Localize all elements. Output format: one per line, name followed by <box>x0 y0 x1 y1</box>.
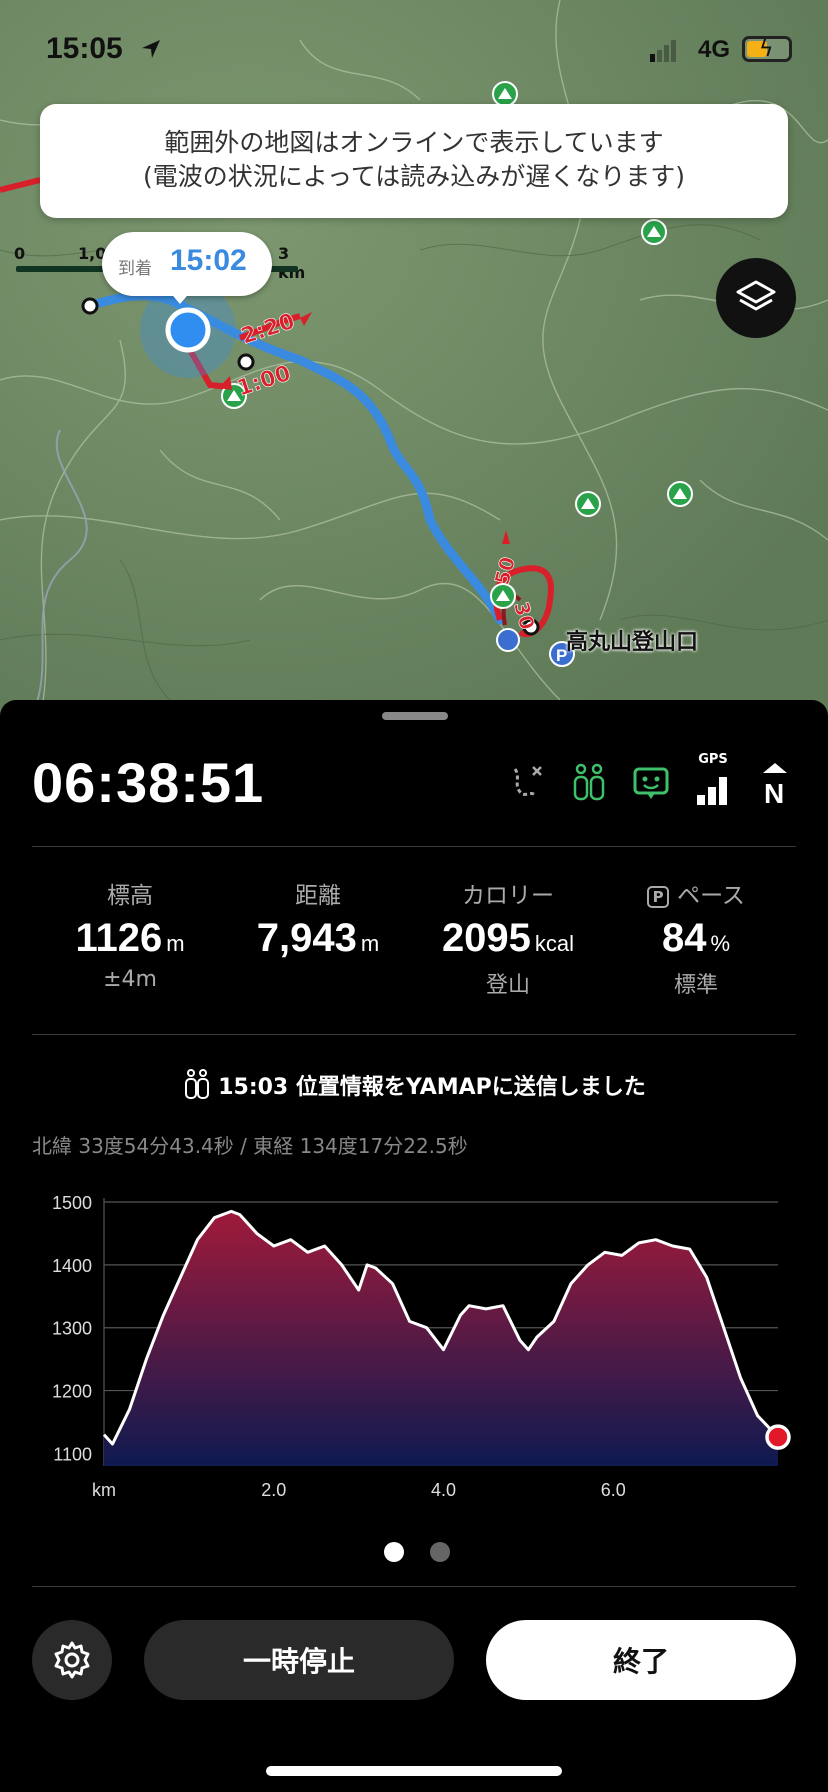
end-button[interactable]: 終了 <box>486 1620 796 1700</box>
coordinates: 北緯 33度54分43.4秒 / 東経 134度17分22.5秒 <box>32 1134 468 1158</box>
gps-label: GPS <box>698 752 728 767</box>
stat-label: 標高 <box>107 883 153 909</box>
stat-value: 7,943 m <box>256 916 380 960</box>
toilet-icon[interactable] <box>496 628 520 652</box>
stat-label: カロリー <box>462 883 554 909</box>
x-tick-label: 2.0 <box>261 1480 286 1500</box>
buddy-share-icon <box>185 1069 210 1099</box>
header-icons: GPS N <box>496 752 806 808</box>
settings-button[interactable] <box>32 1620 112 1700</box>
divider <box>32 846 796 847</box>
pace-badge-icon: P <box>647 886 670 908</box>
charging-bolt-icon: ϟ <box>759 37 774 62</box>
stat-label: 距離 <box>295 883 341 909</box>
stat-elevation: 標高 1126 m ±4m <box>30 876 230 992</box>
stat-sub: 標準 <box>673 973 718 998</box>
status-time: 15:05 <box>46 32 123 65</box>
map-view-icon[interactable] <box>620 758 682 808</box>
location-arrow-icon <box>142 40 160 58</box>
arrival-label: 到着 <box>118 259 152 279</box>
y-tick-label: 1100 <box>53 1444 92 1464</box>
trailhead-label[interactable]: 高丸山登山口 <box>566 624 698 656</box>
peak-icon[interactable] <box>575 491 601 517</box>
offline-map-toast[interactable]: 範囲外の地図はオンラインで表示しています (電波の状況によっては読み込みが遅くな… <box>40 104 788 218</box>
scale-label: 0 <box>14 244 26 263</box>
home-indicator[interactable] <box>266 1766 562 1776</box>
battery-icon: ϟ <box>742 36 792 62</box>
y-tick-label: 1200 <box>52 1382 92 1402</box>
elapsed-time: 06:38:51 <box>32 751 265 814</box>
y-tick-label: 1300 <box>52 1319 92 1339</box>
sheet-handle[interactable] <box>382 712 448 720</box>
current-point-marker <box>765 1424 791 1450</box>
status-bar: 15:05 4G ϟ <box>0 0 828 100</box>
stat-sub: 登山 <box>485 973 530 998</box>
elevation-area <box>104 1211 778 1466</box>
divider <box>32 1034 796 1035</box>
stat-label: P ペース <box>596 876 796 910</box>
activity-panel: 06:38:51 GPS N 標高 1126m ±4m 距離 7,943m <box>0 700 828 1792</box>
toast-line2: (電波の状況によっては読み込みが遅くなります) <box>142 162 685 191</box>
cell-signal-icon <box>650 40 676 62</box>
svg-text:N: N <box>764 778 784 805</box>
y-tick-label: 1500 <box>52 1193 92 1213</box>
stat-sub: ±4m <box>103 967 157 992</box>
stat-distance: 距離 7,943 m <box>218 876 418 967</box>
pause-button[interactable]: 一時停止 <box>144 1620 454 1700</box>
stat-value: 2095 kcal <box>441 916 575 960</box>
location-sent-message: 15:03 位置情報をYAMAPに送信しました <box>0 1068 828 1101</box>
stat-calories: カロリー 2095 kcal 登山 <box>408 876 608 999</box>
divider <box>32 1586 796 1587</box>
y-tick-label: 1400 <box>52 1256 92 1276</box>
elevation-chart[interactable]: 1500 1400 1300 1200 1100km 2.0 4.0 6.0 <box>0 1170 828 1530</box>
layers-icon <box>736 280 776 311</box>
network-type: 4G <box>698 36 731 63</box>
scale-label: 3 km <box>278 244 306 282</box>
layers-button[interactable] <box>716 258 796 338</box>
stat-value: 84% <box>661 916 731 960</box>
gear-icon <box>54 1641 90 1679</box>
stat-value: 1126 m <box>75 916 185 960</box>
x-tick-label: 4.0 <box>431 1480 456 1500</box>
x-tick-label: 6.0 <box>601 1480 626 1500</box>
page-indicator[interactable] <box>384 1542 450 1562</box>
buddy-share-icon[interactable] <box>558 758 620 808</box>
stat-pace[interactable]: P ペース 84% 標準 <box>596 876 796 999</box>
arrival-time: 15:02 <box>170 244 247 277</box>
map-view[interactable]: P 2:20 1:00 50 30 0 1,0 3 km 到着 15:02 高丸… <box>0 0 828 720</box>
gps-signal-icon: GPS <box>682 752 744 808</box>
peak-icon[interactable] <box>667 481 693 507</box>
page-dot[interactable] <box>430 1542 450 1562</box>
x-axis-label: km <box>92 1480 116 1500</box>
page-dot[interactable] <box>384 1542 404 1562</box>
current-location-marker <box>165 307 211 353</box>
arrival-bubble[interactable]: 到着 15:02 <box>102 232 272 304</box>
peak-icon[interactable] <box>641 219 667 245</box>
stats-row: 標高 1126 m ±4m 距離 7,943 m カロリー 2095 kcal 登山 … <box>0 876 828 1006</box>
route-off-icon[interactable] <box>496 758 558 808</box>
toast-line1: 範囲外の地図はオンラインで表示しています <box>164 128 664 157</box>
north-up-icon[interactable]: N <box>744 758 806 808</box>
